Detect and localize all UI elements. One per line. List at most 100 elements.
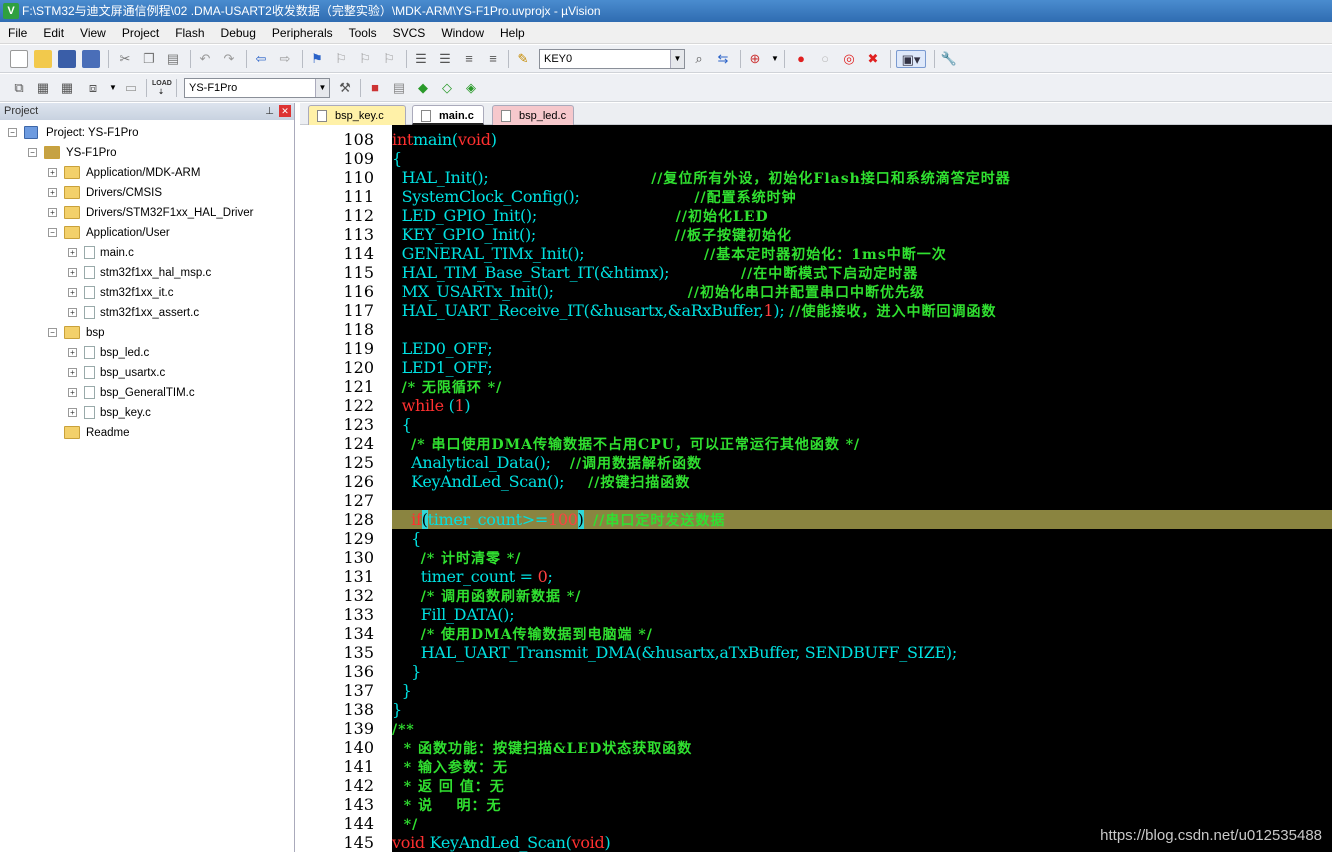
chevron-down-icon[interactable]: ▼ <box>670 50 684 68</box>
code-line[interactable]: /* 无限循环 */ <box>392 377 1332 396</box>
manage-rte-icon[interactable]: ◈ <box>462 79 480 97</box>
incremental-find-icon[interactable]: ⇆ <box>714 50 732 68</box>
pin-icon[interactable]: ⊥ <box>265 103 274 120</box>
code-line[interactable]: } <box>392 700 1332 719</box>
tree-item[interactable]: + bsp_key.c <box>0 403 294 423</box>
tree-item[interactable]: − Application/User <box>0 223 294 243</box>
expand-icon[interactable]: + <box>68 308 77 317</box>
tree-item[interactable]: Readme <box>0 423 294 443</box>
target-combo[interactable]: YS-F1Pro ▼ <box>184 78 330 98</box>
code-line[interactable]: LED_GPIO_Init(); //初始化LED <box>392 206 1332 225</box>
menu-svcs[interactable]: SVCS <box>385 22 434 44</box>
close-icon[interactable]: ✕ <box>279 105 291 117</box>
tree-item[interactable]: + stm32f1xx_hal_msp.c <box>0 263 294 283</box>
tree-item[interactable]: + bsp_usartx.c <box>0 363 294 383</box>
code-line[interactable]: MX_USARTx_Init(); //初始化串口并配置串口中断优先级 <box>392 282 1332 301</box>
translate-icon[interactable]: ⧉ <box>10 79 28 97</box>
find-icon[interactable]: ⌕ <box>690 50 708 68</box>
code-area[interactable]: intmain(void) { HAL_Init(); //复位所有外设，初始化F… <box>392 125 1332 852</box>
menu-debug[interactable]: Debug <box>213 22 264 44</box>
tab-main[interactable]: main.c <box>412 105 484 125</box>
undo-icon[interactable]: ↶ <box>196 50 214 68</box>
comment-icon[interactable]: ≡ <box>460 50 478 68</box>
code-line[interactable]: LED1_OFF; <box>392 358 1332 377</box>
code-line[interactable]: { <box>392 529 1332 548</box>
menu-project[interactable]: Project <box>114 22 167 44</box>
code-line[interactable]: HAL_Init(); //复位所有外设，初始化Flash接口和系统滴答定时器 <box>392 168 1332 187</box>
debug-start-icon[interactable]: ⊕ <box>746 50 764 68</box>
code-line[interactable]: /* 使用DMA传输数据到电脑端 */ <box>392 624 1332 643</box>
code-line[interactable]: * 返 回 值：无 <box>392 776 1332 795</box>
new-file-icon[interactable] <box>10 50 28 68</box>
code-line[interactable]: SystemClock_Config(); //配置系统时钟 <box>392 187 1332 206</box>
tree-item[interactable]: + stm32f1xx_it.c <box>0 283 294 303</box>
menu-flash[interactable]: Flash <box>167 22 212 44</box>
code-line[interactable]: while (1) <box>392 396 1332 415</box>
menu-peripherals[interactable]: Peripherals <box>264 22 341 44</box>
code-line[interactable]: Analytical_Data(); //调用数据解析函数 <box>392 453 1332 472</box>
expand-icon[interactable]: + <box>48 188 57 197</box>
menu-file[interactable]: File <box>0 22 35 44</box>
collapse-icon[interactable]: − <box>48 228 57 237</box>
menu-tools[interactable]: Tools <box>341 22 385 44</box>
expand-icon[interactable]: + <box>48 208 57 217</box>
code-line[interactable]: * 输入参数：无 <box>392 757 1332 776</box>
tab-bsp-led[interactable]: bsp_led.c <box>492 105 574 125</box>
code-line[interactable]: * 函数功能：按键扫描&LED状态获取函数 <box>392 738 1332 757</box>
code-line[interactable]: GENERAL_TIMx_Init(); //基本定时器初始化：1ms中断一次 <box>392 244 1332 263</box>
rebuild-icon[interactable]: ▦ <box>58 79 76 97</box>
prev-bookmark-icon[interactable]: ⚐ <box>332 50 350 68</box>
code-line[interactable]: LED0_OFF; <box>392 339 1332 358</box>
code-line[interactable]: if(timer_count>=100) //串口定时发送数据 <box>392 510 1332 529</box>
chevron-down-icon[interactable]: ▼ <box>104 79 122 97</box>
code-line[interactable]: HAL_TIM_Base_Start_IT(&htimx); //在中断模式下启… <box>392 263 1332 282</box>
expand-icon[interactable]: + <box>68 388 77 397</box>
redo-icon[interactable]: ↷ <box>220 50 238 68</box>
code-line[interactable]: intmain(void) <box>392 130 1332 149</box>
breakpoint-disable-all-icon[interactable]: ◎ <box>840 50 858 68</box>
menu-help[interactable]: Help <box>492 22 533 44</box>
collapse-icon[interactable]: − <box>48 328 57 337</box>
code-line[interactable]: /* 计时清零 */ <box>392 548 1332 567</box>
build-icon[interactable]: ▦ <box>34 79 52 97</box>
configure-icon[interactable]: 🔧 <box>940 50 958 68</box>
batch-build-icon[interactable]: ⧈ <box>84 79 102 97</box>
window-layout-icon[interactable]: ▣▾ <box>896 50 926 68</box>
tree-item[interactable]: + bsp_led.c <box>0 343 294 363</box>
manage-project-items-icon[interactable]: ■ <box>366 79 384 97</box>
chevron-down-icon[interactable]: ▼ <box>315 79 329 97</box>
code-line[interactable]: { <box>392 415 1332 434</box>
code-line[interactable] <box>392 320 1332 339</box>
breakpoint-insert-icon[interactable]: ● <box>792 50 810 68</box>
menu-view[interactable]: View <box>72 22 114 44</box>
save-all-icon[interactable] <box>82 50 100 68</box>
tree-item[interactable]: + Drivers/CMSIS <box>0 183 294 203</box>
expand-icon[interactable]: + <box>68 288 77 297</box>
paste-icon[interactable]: ▤ <box>164 50 182 68</box>
expand-icon[interactable]: + <box>68 408 77 417</box>
unindent-icon[interactable]: ☰ <box>436 50 454 68</box>
code-line[interactable]: HAL_UART_Receive_IT(&husartx,&aRxBuffer,… <box>392 301 1332 320</box>
indent-icon[interactable]: ☰ <box>412 50 430 68</box>
code-line[interactable]: /** <box>392 719 1332 738</box>
save-icon[interactable] <box>58 50 76 68</box>
expand-icon[interactable]: + <box>68 368 77 377</box>
menu-window[interactable]: Window <box>433 22 492 44</box>
navigate-forward-icon[interactable]: ⇨ <box>276 50 294 68</box>
code-line[interactable]: timer_count = 0; <box>392 567 1332 586</box>
next-bookmark-icon[interactable]: ⚐ <box>356 50 374 68</box>
copy-icon[interactable]: ❐ <box>140 50 158 68</box>
tree-item[interactable]: + Application/MDK-ARM <box>0 163 294 183</box>
find-combo[interactable]: KEY0 ▼ <box>539 49 685 69</box>
target-options-icon[interactable]: ⚒ <box>336 79 354 97</box>
collapse-icon[interactable]: − <box>28 148 37 157</box>
tree-item[interactable]: − YS-F1Pro <box>0 143 294 163</box>
select-packs-icon[interactable]: ▤ <box>390 79 408 97</box>
code-line[interactable]: * 说 明：无 <box>392 795 1332 814</box>
expand-icon[interactable]: + <box>68 268 77 277</box>
code-line[interactable]: Fill_DATA(); <box>392 605 1332 624</box>
download-icon[interactable]: LOAD ⇣ <box>152 79 172 97</box>
code-line[interactable]: /* 调用函数刷新数据 */ <box>392 586 1332 605</box>
clear-bookmarks-icon[interactable]: ⚐ <box>380 50 398 68</box>
uncomment-icon[interactable]: ≡ <box>484 50 502 68</box>
